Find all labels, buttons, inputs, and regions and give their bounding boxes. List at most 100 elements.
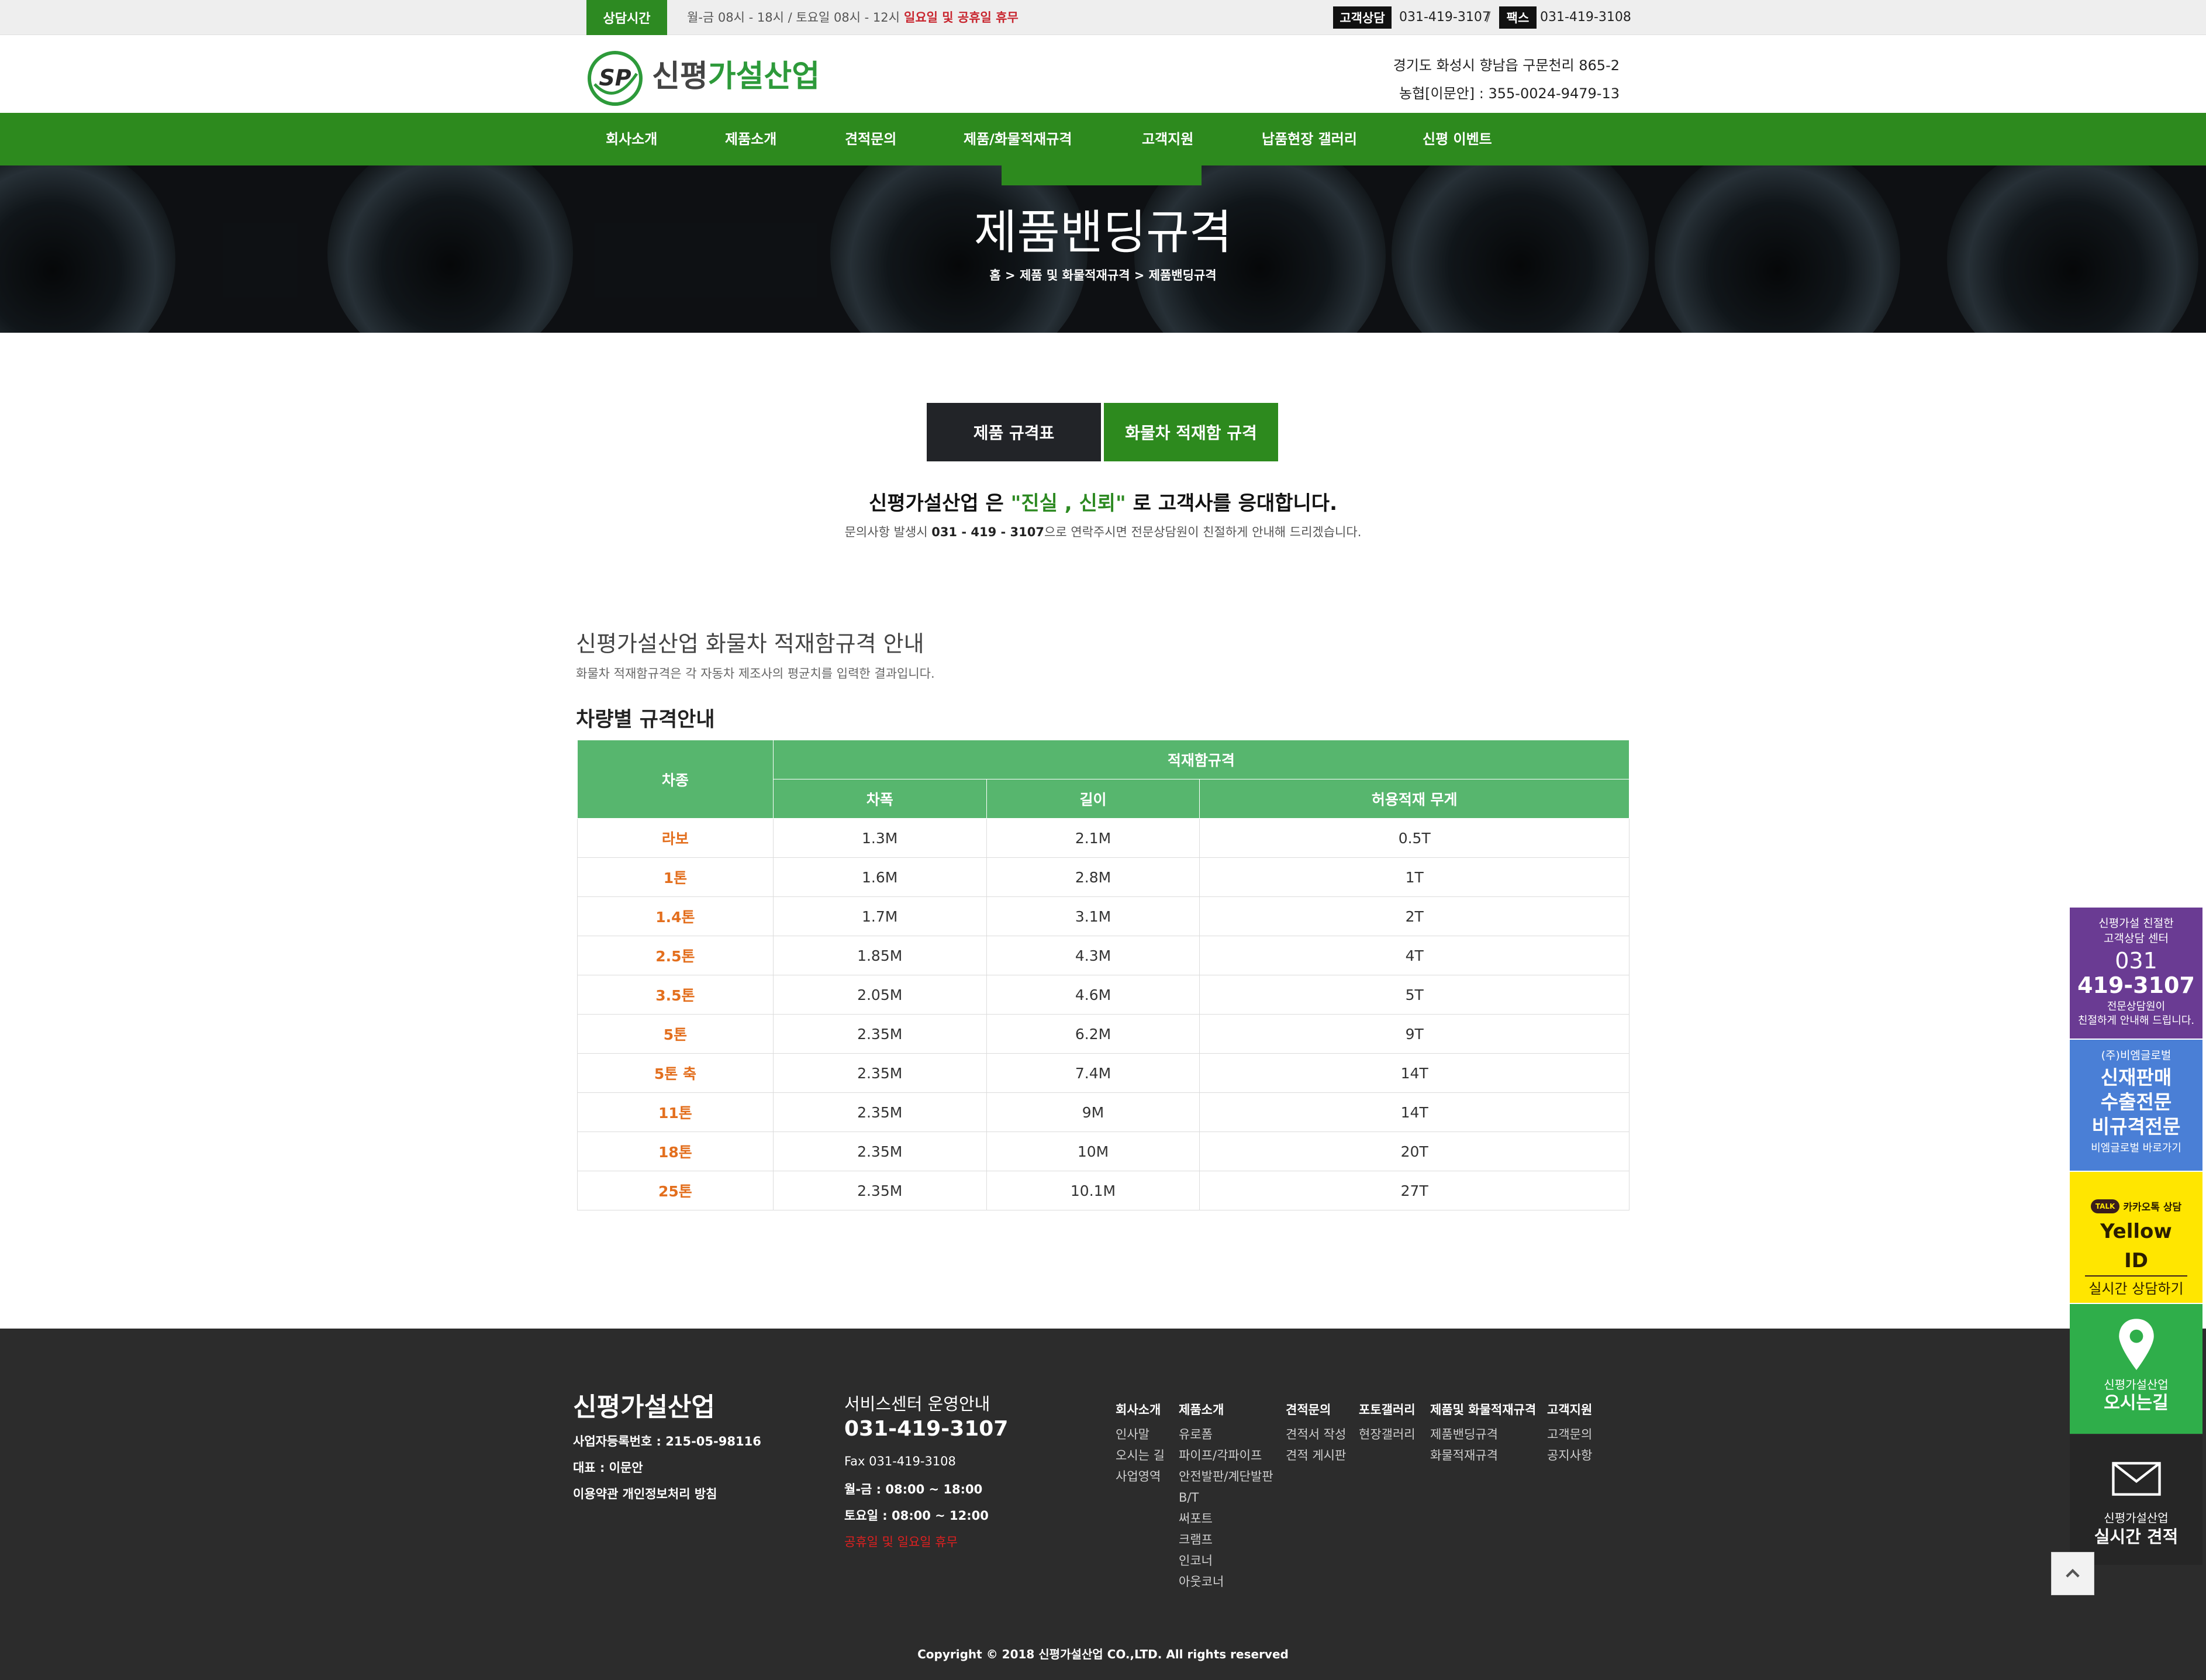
slogan: 신평가설산업 은 "진실 , 신뢰" 로 고객사를 응대합니다.: [643, 487, 1563, 516]
footer-col-title[interactable]: 포토갤러리: [1359, 1400, 1416, 1418]
kakao-talk-row: TALK 카카오톡 상담: [2070, 1199, 2202, 1213]
quick-consult-phone-1: 031: [2115, 948, 2157, 974]
consult-hours-tag: 상담시간: [586, 0, 667, 35]
footer-col-title[interactable]: 견적문의: [1286, 1400, 1346, 1418]
footer-link[interactable]: 제품밴딩규격: [1430, 1424, 1536, 1445]
company-address: 경기도 화성시 향남읍 구문천리 865-2: [1393, 57, 1620, 74]
service-holiday: 공휴일 및 일요일 휴무: [844, 1535, 958, 1549]
main-nav: 회사소개 제품소개 견적문의 제품/화물적재규격 고객지원 납품현장 갤러리 신…: [0, 113, 2206, 165]
slogan-pre: 신평가설산업 은: [868, 492, 1011, 515]
nav-item-support[interactable]: 고객지원: [1142, 113, 1193, 165]
cell-weight: 14T: [1199, 1092, 1630, 1132]
cell-weight: 4T: [1199, 936, 1630, 975]
footer-col-gallery: 포토갤러리 현장갤러리: [1359, 1400, 1416, 1445]
table-body: 라보 1.3M 2.1M 0.5T 1톤 1.6M 2.8M 1T 1.4톤 1.7M 3.1M 2T…: [577, 818, 1630, 1210]
bm-global-link: 비엠글로벌 바로가기: [2091, 1142, 2181, 1154]
footer-col-title[interactable]: 제품소개: [1179, 1400, 1273, 1418]
tab-product-spec[interactable]: 제품 규격표: [927, 403, 1101, 461]
cell-width: 2.35M: [772, 1092, 987, 1132]
bm-global-line2: 수출전문: [2100, 1091, 2172, 1113]
quick-consult-center[interactable]: 신평가설 친절한 고객상담 센터 031 419-3107 전문상담원이 친절하…: [2070, 908, 2202, 1039]
footer-col-title[interactable]: 고객지원: [1547, 1400, 1592, 1418]
cell-weight: 1T: [1199, 857, 1630, 897]
quick-consult-line1: 신평가설 친절한: [2098, 917, 2174, 930]
nav-item-spec[interactable]: 제품/화물적재규격: [964, 113, 1072, 165]
table-row: 25톤 2.35M 10.1M 27T: [577, 1171, 1630, 1210]
tab-truck-spec[interactable]: 화물차 적재함 규격: [1104, 403, 1278, 461]
section-description: 화물차 적재함규격은 각 자동차 제조사의 평균치를 입력한 결과입니다.: [576, 667, 935, 681]
top-info-bar: [0, 0, 2206, 35]
quick-bm-global[interactable]: (주)비엠글로벌 신재판매 수출전문 비규격전문 비엠글로벌 바로가기: [2070, 1040, 2202, 1171]
cell-length: 3.1M: [986, 896, 1200, 936]
cell-width: 2.35M: [772, 1014, 987, 1054]
footer-link[interactable]: 화물적재규격: [1430, 1445, 1536, 1466]
breadcrumb[interactable]: 홈 > 제품 및 화물적재규격 > 제품밴딩규격: [819, 266, 1387, 284]
footer-link[interactable]: 인사말: [1116, 1424, 1165, 1445]
holiday-notice: 일요일 및 공휴일 휴무: [904, 11, 1019, 25]
customer-consult-phone[interactable]: 031-419-3107: [1399, 0, 1490, 35]
footer-link[interactable]: 파이프/각파이프: [1179, 1445, 1273, 1466]
footer-link[interactable]: B/T: [1179, 1487, 1273, 1508]
kakao-realtime-consult: 실시간 상담하기: [2088, 1281, 2184, 1297]
estimate-label: 실시간 견적: [2094, 1527, 2179, 1547]
quick-realtime-estimate[interactable]: 신평가설산업 실시간 견적: [2070, 1435, 2202, 1565]
scroll-to-top-button[interactable]: [2051, 1552, 2094, 1595]
nav-item-estimate[interactable]: 견적문의: [845, 113, 896, 165]
contact-note-post: 으로 연락주시면 전문상담원이 친절하게 안내해 드리겠습니다.: [1044, 525, 1362, 539]
cell-weight: 2T: [1199, 896, 1630, 936]
estimate-company: 신평가설산업: [2104, 1511, 2169, 1525]
col-header-width: 차폭: [772, 779, 987, 819]
table-row: 5톤 축 2.35M 7.4M 14T: [577, 1053, 1630, 1093]
cell-car: 라보: [577, 818, 774, 858]
footer-ceo: 대표 : 이문안: [573, 1461, 643, 1475]
footer-link[interactable]: 사업영역: [1116, 1466, 1165, 1487]
footer-link[interactable]: 현장갤러리: [1359, 1424, 1416, 1445]
footer-link[interactable]: 견적 게시판: [1286, 1445, 1346, 1466]
slogan-post: 로 고객사를 응대합니다.: [1126, 492, 1337, 515]
cell-car: 5톤 축: [577, 1053, 774, 1093]
footer: [0, 1329, 2206, 1680]
table-row: 3.5톤 2.05M 4.6M 5T: [577, 975, 1630, 1015]
nav-item-gallery[interactable]: 납품현장 갤러리: [1262, 113, 1357, 165]
footer-col-title[interactable]: 회사소개: [1116, 1400, 1165, 1418]
page: 상담시간 월-금 08시 - 18시 / 토요일 08시 - 12시 일요일 및…: [0, 0, 2206, 1680]
site-logo[interactable]: SP 신평가설산업: [586, 48, 820, 109]
footer-col-title[interactable]: 제품및 화물적재규격: [1430, 1400, 1536, 1418]
cell-length: 4.3M: [986, 936, 1200, 975]
quick-directions[interactable]: 신평가설산업 오시는길: [2070, 1304, 2202, 1434]
customer-consult-badge: 고객상담: [1333, 6, 1392, 29]
sp-logo-icon: SP: [588, 51, 643, 106]
terms-link[interactable]: 이용약관: [573, 1487, 618, 1501]
nav-item-event[interactable]: 신평 이벤트: [1423, 113, 1492, 165]
quick-kakao-talk[interactable]: TALK 카카오톡 상담 Yellow ID 실시간 상담하기: [2070, 1172, 2202, 1303]
chevron-up-icon: [2066, 1568, 2080, 1578]
map-pin-icon: [2118, 1319, 2154, 1370]
cell-car: 3.5톤: [577, 975, 774, 1015]
nav-item-products[interactable]: 제품소개: [725, 113, 776, 165]
table-row: 1.4톤 1.7M 3.1M 2T: [577, 896, 1630, 936]
footer-link[interactable]: 오시는 길: [1116, 1445, 1165, 1466]
nav-item-company[interactable]: 회사소개: [606, 113, 657, 165]
footer-link[interactable]: 아웃코너: [1179, 1571, 1273, 1592]
footer-link[interactable]: 견적서 작성: [1286, 1424, 1346, 1445]
footer-link[interactable]: 고객문의: [1547, 1424, 1592, 1445]
privacy-link[interactable]: 개인정보처리 방침: [623, 1487, 717, 1501]
quick-consult-line2: 고객상담 센터: [2104, 932, 2169, 945]
table-title: 차량별 규격안내: [576, 708, 715, 732]
cell-width: 1.85M: [772, 936, 987, 975]
cell-car: 11톤: [577, 1092, 774, 1132]
footer-link[interactable]: 인코너: [1179, 1550, 1273, 1571]
table-row: 2.5톤 1.85M 4.3M 4T: [577, 936, 1630, 975]
bm-global-line1: 신재판매: [2100, 1066, 2172, 1089]
service-weekday-hours: 월-금 : 08:00 ~ 18:00: [844, 1482, 983, 1496]
cell-weight: 5T: [1199, 975, 1630, 1015]
footer-link[interactable]: 유로폼: [1179, 1424, 1273, 1445]
footer-link[interactable]: 써포트: [1179, 1508, 1273, 1529]
footer-link[interactable]: 크램프: [1179, 1529, 1273, 1550]
footer-link[interactable]: 공지사항: [1547, 1445, 1592, 1466]
directions-label: 오시는길: [2104, 1393, 2169, 1413]
cell-car: 1.4톤: [577, 896, 774, 936]
kakao-talk-label: 카카오톡 상담: [2123, 1202, 2182, 1213]
mail-icon: [2111, 1462, 2161, 1496]
footer-link[interactable]: 안전발판/계단발판: [1179, 1466, 1273, 1487]
